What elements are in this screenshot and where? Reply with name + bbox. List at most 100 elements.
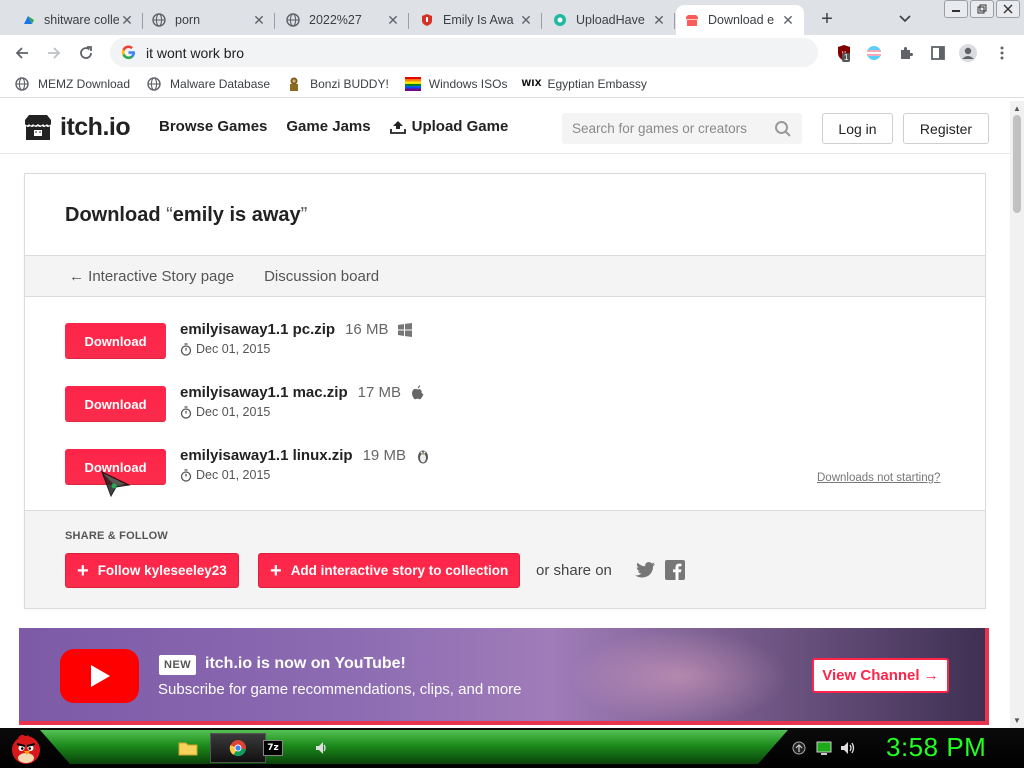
windows-flag-icon bbox=[404, 76, 421, 92]
bookmark-egyptian-embassy[interactable]: WIX Egyptian Embassy bbox=[521, 76, 647, 92]
globe-icon bbox=[285, 12, 301, 28]
tab-search-icon[interactable] bbox=[893, 7, 917, 31]
downloads-not-starting-link[interactable]: Downloads not starting? bbox=[817, 472, 940, 484]
tab-emily[interactable]: Emily Is Awa ✕ bbox=[411, 5, 542, 35]
taskbar-green-band bbox=[40, 730, 788, 764]
pride-extension-icon[interactable] bbox=[864, 43, 884, 63]
tray-volume-icon[interactable] bbox=[840, 740, 856, 756]
stopwatch-icon bbox=[180, 342, 192, 356]
bookmarks-bar: MEMZ Download Malware Database Bonzi BUD… bbox=[0, 70, 1024, 98]
scrollbar-thumb[interactable] bbox=[1013, 115, 1021, 213]
minimize-button[interactable] bbox=[944, 0, 968, 18]
restore-button[interactable] bbox=[970, 0, 994, 18]
follow-button[interactable]: + Follow kyleseeley23 bbox=[65, 553, 239, 588]
mouse-cursor-icon bbox=[101, 471, 131, 502]
ublock-extension-icon[interactable]: u 1 bbox=[834, 43, 854, 63]
address-bar[interactable]: it wont work bro bbox=[110, 38, 818, 67]
globe-icon bbox=[14, 76, 30, 92]
itchio-logo[interactable]: itch.io bbox=[22, 113, 131, 142]
file-date: Dec 01, 2015 bbox=[196, 342, 271, 356]
forward-arrow-icon[interactable] bbox=[40, 39, 68, 67]
banner-glow bbox=[569, 628, 789, 721]
youtube-banner-subtitle: Subscribe for game recommendations, clip… bbox=[158, 681, 522, 698]
side-panel-icon[interactable] bbox=[928, 43, 948, 63]
download-button[interactable]: Download bbox=[65, 386, 166, 422]
taskbar-winamp-button[interactable] bbox=[293, 733, 349, 763]
globe-icon bbox=[146, 76, 162, 92]
cloud-icon bbox=[20, 12, 36, 28]
linux-tux-icon bbox=[417, 450, 428, 463]
tab-shitware[interactable]: shitware colle ✕ bbox=[12, 5, 143, 35]
file-date: Dec 01, 2015 bbox=[196, 468, 271, 482]
taskbar-clock[interactable]: 3:58 PM bbox=[886, 732, 986, 763]
start-button-angry-bird-icon[interactable] bbox=[8, 730, 44, 766]
close-window-button[interactable] bbox=[996, 0, 1020, 18]
file-size: 19 MB bbox=[362, 447, 406, 464]
add-to-collection-button[interactable]: + Add interactive story to collection bbox=[258, 553, 521, 588]
itch-search-input[interactable] bbox=[572, 121, 774, 136]
bookmark-bonzi[interactable]: Bonzi BUDDY! bbox=[286, 76, 389, 92]
scroll-down-arrow-icon[interactable]: ▼ bbox=[1013, 716, 1021, 725]
bookmark-label: MEMZ Download bbox=[38, 76, 131, 91]
puzzle-extensions-icon[interactable] bbox=[896, 43, 916, 63]
itchio-logo-icon bbox=[25, 114, 51, 140]
tab-3[interactable]: 2022%27 ✕ bbox=[277, 5, 409, 35]
game-subnav: ← Interactive Story page Discussion boar… bbox=[25, 255, 985, 297]
taskbar-folder-button[interactable] bbox=[160, 733, 216, 763]
twitter-icon[interactable] bbox=[634, 559, 656, 581]
bonzi-icon bbox=[286, 76, 302, 92]
bookmark-label: Egyptian Embassy bbox=[547, 76, 647, 91]
download-button[interactable]: Download bbox=[65, 323, 166, 359]
tray-network-icon[interactable] bbox=[791, 740, 807, 756]
file-name: emilyisaway1.1 mac.zip bbox=[180, 384, 348, 401]
facebook-icon[interactable] bbox=[664, 559, 686, 581]
close-tab-icon[interactable]: ✕ bbox=[385, 12, 401, 28]
tab-title: porn bbox=[175, 13, 201, 27]
profile-avatar-icon[interactable] bbox=[958, 43, 978, 63]
subnav-story-page-link[interactable]: ← Interactive Story page bbox=[69, 268, 234, 285]
new-tab-button[interactable]: + bbox=[815, 7, 839, 31]
download-card: Download “emily is away” ← Interactive S… bbox=[24, 173, 986, 609]
teal-logo-icon bbox=[552, 12, 568, 28]
scroll-up-arrow-icon[interactable]: ▲ bbox=[1013, 104, 1021, 113]
tab-download-active[interactable]: Download e ✕ bbox=[676, 5, 804, 35]
close-tab-icon[interactable]: ✕ bbox=[119, 12, 135, 28]
youtube-promo-banner: NEW itch.io is now on YouTube! Subscribe… bbox=[19, 628, 989, 725]
menu-dots-icon[interactable] bbox=[992, 43, 1012, 63]
subnav-discussion-link[interactable]: Discussion board bbox=[264, 268, 379, 285]
login-button[interactable]: Log in bbox=[822, 113, 893, 144]
view-channel-button[interactable]: View Channel → bbox=[812, 658, 949, 693]
tray-display-icon[interactable] bbox=[816, 740, 832, 756]
file-date-line: Dec 01, 2015 bbox=[180, 405, 424, 419]
nav-game-jams[interactable]: Game Jams bbox=[286, 118, 370, 135]
bookmark-windows-isos[interactable]: Windows ISOs bbox=[404, 76, 508, 92]
reload-icon[interactable] bbox=[72, 39, 100, 67]
page-scrollbar[interactable]: ▲ ▼ bbox=[1010, 101, 1024, 728]
file-name-line: emilyisaway1.1 pc.zip 16 MB bbox=[180, 321, 413, 338]
bookmark-label: Windows ISOs bbox=[428, 76, 508, 91]
file-name-line: emilyisaway1.1 mac.zip 17 MB bbox=[180, 384, 424, 401]
close-tab-icon[interactable]: ✕ bbox=[518, 12, 534, 28]
close-tab-icon[interactable]: ✕ bbox=[780, 12, 796, 28]
itch-header: itch.io Browse Games Game Jams Upload Ga… bbox=[0, 101, 1010, 154]
7zip-icon: 7z bbox=[263, 740, 283, 756]
page-viewport: itch.io Browse Games Game Jams Upload Ga… bbox=[0, 101, 1010, 728]
tab-uploadhaven[interactable]: UploadHave ✕ bbox=[544, 5, 675, 35]
file-name: emilyisaway1.1 linux.zip bbox=[180, 447, 353, 464]
tab-title: UploadHave bbox=[576, 13, 645, 27]
close-tab-icon[interactable]: ✕ bbox=[651, 12, 667, 28]
back-arrow-icon[interactable] bbox=[8, 39, 36, 67]
close-tab-icon[interactable]: ✕ bbox=[251, 12, 267, 28]
register-button[interactable]: Register bbox=[903, 113, 989, 144]
share-follow-heading: SHARE & FOLLOW bbox=[65, 530, 169, 542]
tab-title: 2022%27 bbox=[309, 13, 362, 27]
file-date-line: Dec 01, 2015 bbox=[180, 342, 412, 356]
browser-tab-bar: shitware colle ✕ porn ✕ 2022%27 ✕ Emily … bbox=[0, 0, 1024, 35]
tab-2[interactable]: porn ✕ bbox=[143, 5, 275, 35]
nav-browse-games[interactable]: Browse Games bbox=[159, 118, 267, 135]
bookmark-memz[interactable]: MEMZ Download bbox=[14, 76, 130, 92]
nav-upload-game[interactable]: Upload Game bbox=[389, 118, 508, 135]
bookmark-malware-db[interactable]: Malware Database bbox=[146, 76, 270, 92]
itch-search-box[interactable] bbox=[562, 113, 802, 144]
new-badge: NEW bbox=[159, 655, 197, 675]
